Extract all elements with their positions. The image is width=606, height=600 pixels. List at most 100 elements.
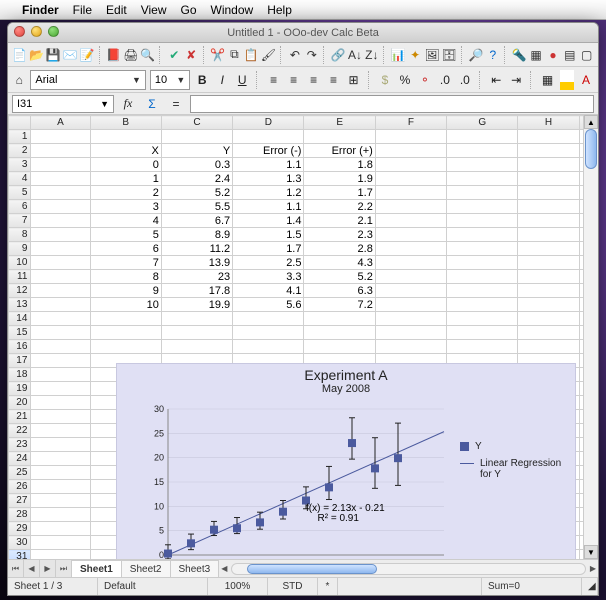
cell[interactable]: 2.3 [304, 228, 375, 242]
cell[interactable] [447, 172, 518, 186]
app-menu-finder[interactable]: Finder [22, 3, 59, 17]
status-zoom[interactable]: 100% [208, 578, 268, 595]
col-header[interactable]: G [447, 116, 518, 130]
cell[interactable] [161, 326, 232, 340]
copy-icon[interactable]: ⧉ [227, 46, 242, 64]
add-decimal-button[interactable]: .0 [437, 70, 453, 90]
name-box[interactable]: I31 ▼ [12, 95, 114, 113]
row-header[interactable]: 22 [9, 424, 31, 438]
cell[interactable]: 23 [161, 270, 232, 284]
row-header[interactable]: 17 [9, 354, 31, 368]
cell[interactable]: 2.2 [304, 200, 375, 214]
cell[interactable] [304, 340, 375, 354]
cell[interactable] [31, 312, 90, 326]
remove-decimal-button[interactable]: .0 [457, 70, 473, 90]
chart-icon[interactable]: 📊 [391, 46, 406, 64]
cell[interactable] [90, 312, 161, 326]
row-header[interactable]: 2 [9, 144, 31, 158]
cell[interactable] [579, 550, 583, 560]
cell[interactable] [233, 340, 304, 354]
datasources-icon[interactable]: 🗄 [442, 46, 457, 64]
font-size-combo[interactable]: 10 ▼ [150, 70, 190, 90]
cell[interactable]: 2.5 [233, 256, 304, 270]
merge-cells-button[interactable]: ⊞ [346, 70, 362, 90]
sheet-tab-3[interactable]: Sheet3 [171, 560, 220, 577]
cell[interactable] [518, 228, 579, 242]
row-header[interactable]: 30 [9, 536, 31, 550]
status-sheet[interactable]: Sheet 1 / 3 [8, 578, 98, 595]
cell[interactable]: 2.4 [161, 172, 232, 186]
edit-doc-icon[interactable]: 📝 [80, 46, 95, 64]
cell[interactable] [31, 354, 90, 368]
select-all-corner[interactable] [9, 116, 31, 130]
cell[interactable]: 8.9 [161, 228, 232, 242]
cell[interactable] [579, 410, 583, 424]
cell[interactable] [90, 326, 161, 340]
cell[interactable]: 4 [90, 214, 161, 228]
cell[interactable] [375, 298, 446, 312]
cell[interactable] [447, 200, 518, 214]
cell[interactable]: 7 [90, 256, 161, 270]
cell[interactable] [375, 186, 446, 200]
row-header[interactable]: 9 [9, 242, 31, 256]
cell[interactable]: 11.2 [161, 242, 232, 256]
status-sum[interactable]: Sum=0 [482, 578, 582, 595]
function-wizard-button[interactable]: fx [118, 94, 138, 114]
cell[interactable]: 5 [90, 228, 161, 242]
row-header[interactable]: 5 [9, 186, 31, 200]
scroll-thumb[interactable] [247, 564, 377, 574]
cell[interactable] [579, 172, 583, 186]
cell[interactable] [447, 130, 518, 144]
tab-first-button[interactable]: ⏮ [8, 560, 24, 577]
zoom-button[interactable] [48, 26, 59, 37]
cell[interactable] [579, 452, 583, 466]
cell[interactable] [31, 256, 90, 270]
cell[interactable]: 5.5 [161, 200, 232, 214]
cell[interactable] [579, 312, 583, 326]
col-header[interactable]: F [375, 116, 446, 130]
cell[interactable] [447, 312, 518, 326]
cell[interactable]: 13.9 [161, 256, 232, 270]
row-header[interactable]: 8 [9, 228, 31, 242]
cell[interactable] [579, 382, 583, 396]
scroll-track[interactable] [584, 129, 598, 545]
underline-button[interactable]: U [234, 70, 250, 90]
menu-help[interactable]: Help [267, 3, 292, 17]
cell[interactable] [90, 340, 161, 354]
cell[interactable] [304, 326, 375, 340]
mac-menubar[interactable]: Finder File Edit View Go Window Help [0, 0, 606, 20]
cell[interactable] [579, 508, 583, 522]
cell[interactable] [161, 340, 232, 354]
formula-input[interactable] [190, 95, 594, 113]
cell[interactable] [579, 158, 583, 172]
cell[interactable]: 2.1 [304, 214, 375, 228]
cut-icon[interactable]: ✂️ [210, 46, 225, 64]
scroll-up-button[interactable]: ▲ [584, 115, 598, 129]
cell[interactable]: 1.1 [233, 158, 304, 172]
cell[interactable] [518, 340, 579, 354]
cell[interactable]: 3.3 [233, 270, 304, 284]
equals-button[interactable]: = [166, 94, 186, 114]
sum-button[interactable]: Σ [142, 94, 162, 114]
row-header[interactable]: 19 [9, 382, 31, 396]
redo-icon[interactable]: ↷ [304, 46, 319, 64]
undo-icon[interactable]: ↶ [287, 46, 302, 64]
cell[interactable] [375, 214, 446, 228]
cell[interactable] [31, 410, 90, 424]
row-header[interactable]: 11 [9, 270, 31, 284]
row-header[interactable]: 26 [9, 480, 31, 494]
cell[interactable] [579, 270, 583, 284]
cell[interactable] [579, 522, 583, 536]
cell[interactable] [31, 452, 90, 466]
tab-prev-button[interactable]: ◀ [24, 560, 40, 577]
cell[interactable] [31, 200, 90, 214]
cell[interactable] [579, 284, 583, 298]
increase-indent-button[interactable]: ⇥ [508, 70, 524, 90]
row-header[interactable]: 25 [9, 466, 31, 480]
cell[interactable] [579, 480, 583, 494]
email-icon[interactable]: ✉️ [63, 46, 78, 64]
row-header[interactable]: 23 [9, 438, 31, 452]
row-header[interactable]: 1 [9, 130, 31, 144]
minimize-button[interactable] [31, 26, 42, 37]
cell[interactable] [31, 522, 90, 536]
